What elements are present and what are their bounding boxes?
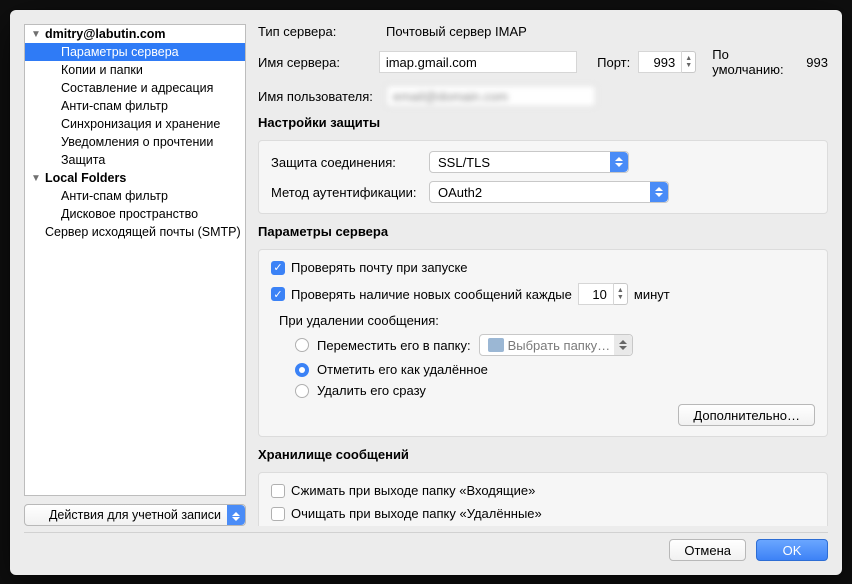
main-panel: Тип сервера: Почтовый сервер IMAP Имя се… <box>258 24 828 526</box>
connection-security-label: Защита соединения: <box>271 155 421 170</box>
delete-mark-label: Отметить его как удалённое <box>317 362 488 377</box>
stepper-arrows-icon[interactable]: ▲▼ <box>682 51 696 73</box>
server-params-section: Проверять почту при запуске Проверять на… <box>258 249 828 437</box>
tree-account-label: dmitry@labutin.com <box>45 27 166 41</box>
port-input[interactable] <box>638 51 682 73</box>
sidebar-item-security[interactable]: Защита <box>25 151 245 169</box>
dialog-footer: Отмена OK <box>10 533 842 575</box>
updown-caret-icon <box>610 152 628 172</box>
check-mail-startup-checkbox[interactable] <box>271 261 285 275</box>
delete-now-radio[interactable] <box>295 384 309 398</box>
storage-heading: Хранилище сообщений <box>258 447 828 462</box>
folder-icon <box>488 338 504 352</box>
compact-inbox-checkbox[interactable] <box>271 484 285 498</box>
security-section: Защита соединения: SSL/TLS Метод аутенти… <box>258 140 828 214</box>
username-input[interactable] <box>386 85 596 107</box>
updown-caret-icon <box>227 505 245 525</box>
sidebar-item-smtp[interactable]: Сервер исходящей почты (SMTP) <box>25 223 245 241</box>
interval-stepper[interactable]: ▲▼ <box>578 283 628 305</box>
tree-account-header[interactable]: ▼ dmitry@labutin.com <box>25 25 245 43</box>
auth-method-label: Метод аутентификации: <box>271 185 421 200</box>
delete-moveto-label: Переместить его в папку: <box>317 338 471 353</box>
updown-caret-icon <box>650 182 668 202</box>
advanced-button[interactable]: Дополнительно… <box>678 404 815 426</box>
on-delete-label: При удалении сообщения: <box>279 313 815 328</box>
server-params-heading: Параметры сервера <box>258 224 828 239</box>
server-name-input[interactable] <box>379 51 577 73</box>
auth-method-select[interactable]: OAuth2 <box>429 181 669 203</box>
account-tree[interactable]: ▼ dmitry@labutin.com Параметры сервера К… <box>24 24 246 496</box>
connection-security-select[interactable]: SSL/TLS <box>429 151 629 173</box>
purge-trash-label: Очищать при выходе папку «Удалённые» <box>291 506 542 521</box>
stepper-arrows-icon[interactable]: ▲▼ <box>614 283 628 305</box>
delete-now-label: Удалить его сразу <box>317 383 426 398</box>
sidebar-item-copies[interactable]: Копии и папки <box>25 61 245 79</box>
interval-unit: минут <box>634 287 670 302</box>
sidebar-item-junk[interactable]: Анти-спам фильтр <box>25 97 245 115</box>
check-interval-checkbox[interactable] <box>271 287 285 301</box>
sidebar-item-receipts[interactable]: Уведомления о прочтении <box>25 133 245 151</box>
port-default-value: 993 <box>806 55 828 70</box>
username-label: Имя пользователя: <box>258 89 378 104</box>
port-label: Порт: <box>597 55 630 70</box>
sidebar-item-sync[interactable]: Синхронизация и хранение <box>25 115 245 133</box>
chevron-down-icon: ▼ <box>31 173 41 184</box>
cancel-button[interactable]: Отмена <box>669 539 746 561</box>
sidebar-item-disk[interactable]: Дисковое пространство <box>25 205 245 223</box>
chevron-down-icon: ▼ <box>31 29 41 40</box>
delete-moveto-radio[interactable] <box>295 338 309 352</box>
sidebar-item-compose[interactable]: Составление и адресация <box>25 79 245 97</box>
server-name-label: Имя сервера: <box>258 55 371 70</box>
security-heading: Настройки защиты <box>258 115 828 130</box>
interval-input[interactable] <box>578 283 614 305</box>
purge-trash-checkbox[interactable] <box>271 507 285 521</box>
sidebar: ▼ dmitry@labutin.com Параметры сервера К… <box>24 24 246 526</box>
tree-local-header[interactable]: ▼ Local Folders <box>25 169 245 187</box>
check-mail-startup-label: Проверять почту при запуске <box>291 260 468 275</box>
account-actions-dropdown[interactable]: Действия для учетной записи <box>24 504 246 526</box>
compact-inbox-label: Сжимать при выходе папку «Входящие» <box>291 483 535 498</box>
port-default-label: По умолчанию: <box>712 47 798 77</box>
updown-caret-icon <box>614 335 632 355</box>
settings-window: ▼ dmitry@labutin.com Параметры сервера К… <box>10 10 842 575</box>
storage-section: Сжимать при выходе папку «Входящие» Очищ… <box>258 472 828 526</box>
ok-button[interactable]: OK <box>756 539 828 561</box>
sidebar-item-local-junk[interactable]: Анти-спам фильтр <box>25 187 245 205</box>
trash-folder-select[interactable]: Выбрать папку… <box>479 334 634 356</box>
check-interval-label: Проверять наличие новых сообщений каждые <box>291 287 572 302</box>
server-type-label: Тип сервера: <box>258 24 378 39</box>
delete-mark-radio[interactable] <box>295 363 309 377</box>
port-stepper[interactable]: ▲▼ <box>638 51 696 73</box>
server-type-value: Почтовый сервер IMAP <box>386 24 527 39</box>
sidebar-item-server-settings[interactable]: Параметры сервера <box>25 43 245 61</box>
